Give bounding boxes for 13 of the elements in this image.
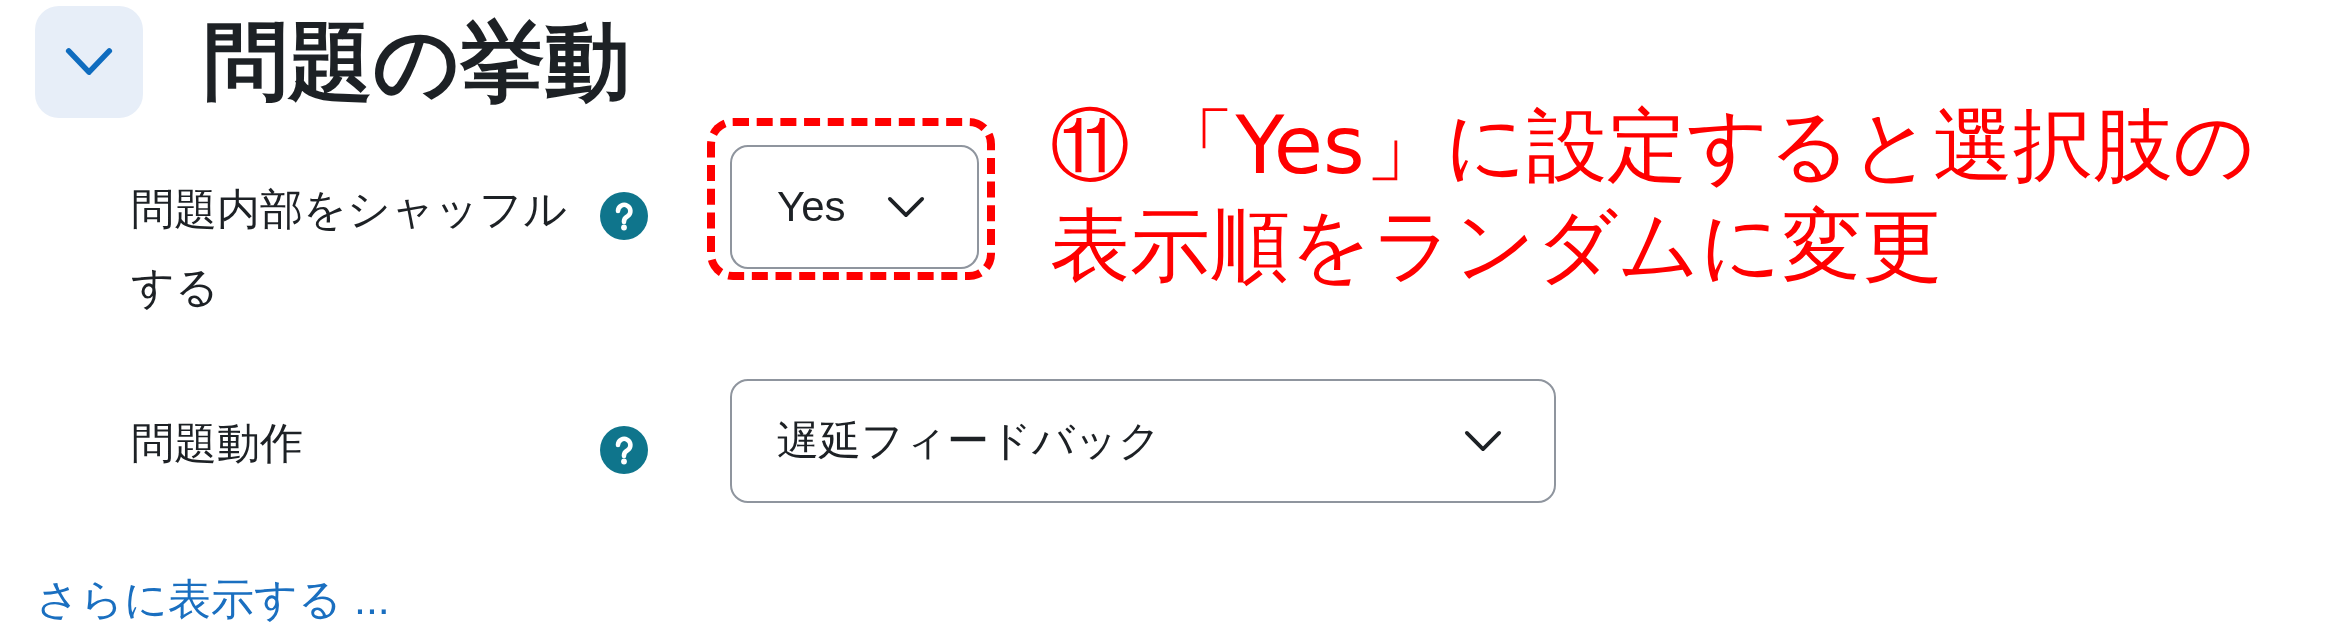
chevron-icon xyxy=(1464,429,1502,453)
chevron-icon xyxy=(65,47,113,77)
field-label: 問題動作 xyxy=(131,418,304,469)
annotation-text: ⑪ 「Yes」に設定すると選択肢の表示順をランダムに変更 xyxy=(1050,98,2256,294)
dropdown[interactable]: Yes xyxy=(730,145,979,269)
chevron-icon xyxy=(886,195,925,219)
help-icon[interactable] xyxy=(600,192,648,240)
field-label: 問題内部をシャッフルする xyxy=(131,184,568,313)
section-title: 問題の挙動 xyxy=(203,13,630,111)
dropdown[interactable]: 遅延フィードバック xyxy=(730,379,1556,503)
collapse-button[interactable] xyxy=(35,6,143,118)
help-icon[interactable] xyxy=(600,426,648,474)
show-more-link[interactable]: さらに表示する ... xyxy=(36,569,390,629)
